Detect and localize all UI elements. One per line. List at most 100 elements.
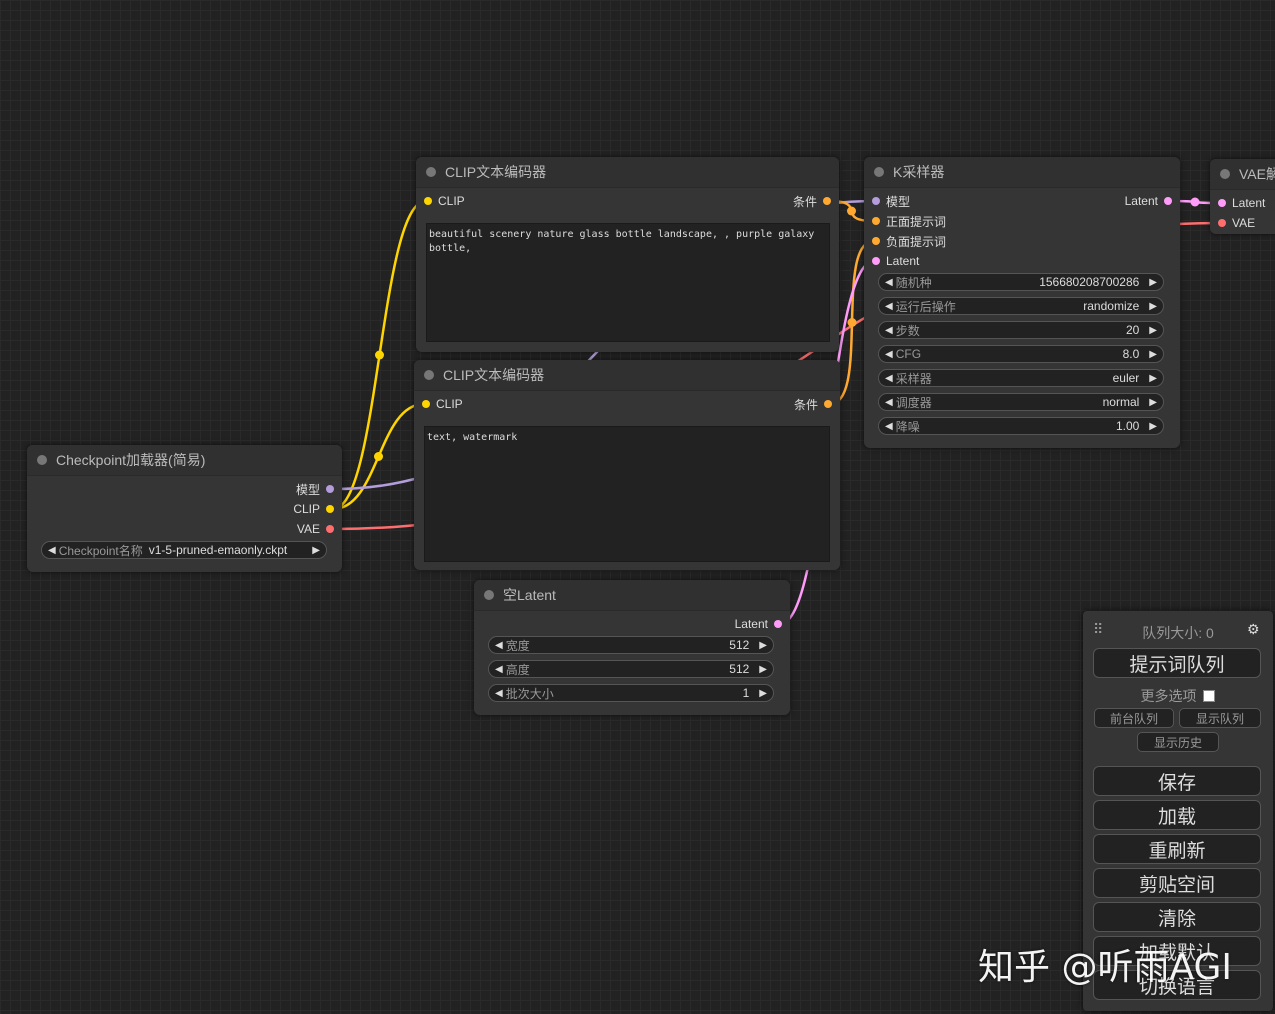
- decrement-arrow-icon[interactable]: ◀: [495, 688, 503, 699]
- node-header[interactable]: VAE解: [1210, 159, 1275, 190]
- model-port-icon[interactable]: [326, 485, 334, 493]
- node-header[interactable]: K采样器: [864, 157, 1180, 188]
- collapse-dot-icon[interactable]: [874, 167, 884, 177]
- latent-input-slot[interactable]: Latent: [864, 251, 919, 271]
- conditioning-port-icon[interactable]: [872, 237, 880, 245]
- positive-input-slot[interactable]: 正面提示词: [864, 211, 946, 231]
- prompt-textarea[interactable]: text, watermark: [424, 426, 830, 562]
- clip-text-encode-positive-node[interactable]: CLIP文本编码器 CLIP 条件 beautiful scenery natu…: [416, 157, 839, 352]
- prompt-textarea[interactable]: beautiful scenery nature glass bottle la…: [426, 223, 830, 342]
- control-after-generate-widget[interactable]: ◀ 运行后操作 randomize ▶: [878, 297, 1164, 315]
- negative-input-slot[interactable]: 负面提示词: [864, 231, 946, 251]
- more-options-checkbox[interactable]: [1203, 690, 1216, 702]
- save-button[interactable]: 保存: [1093, 766, 1261, 796]
- latent-port-icon[interactable]: [872, 257, 880, 265]
- increment-arrow-icon[interactable]: ▶: [759, 688, 767, 699]
- increment-arrow-icon[interactable]: ▶: [1149, 349, 1157, 360]
- clip-port-icon[interactable]: [424, 197, 432, 205]
- conditioning-output-slot[interactable]: 条件: [794, 394, 840, 414]
- decrement-arrow-icon[interactable]: ◀: [885, 397, 893, 408]
- checkpoint-name-widget[interactable]: ◀ Checkpoint名称 v1-5-pruned-emaonly.ckpt …: [41, 541, 327, 559]
- decrement-arrow-icon[interactable]: ◀: [48, 545, 56, 556]
- increment-arrow-icon[interactable]: ▶: [1149, 325, 1157, 336]
- clip-wire-negative-midpoint[interactable]: [374, 452, 383, 461]
- collapse-dot-icon[interactable]: [424, 370, 434, 380]
- vae-port-icon[interactable]: [1218, 219, 1226, 227]
- seed-widget[interactable]: ◀ 随机种 156680208700286 ▶: [878, 273, 1164, 291]
- clip-port-icon[interactable]: [422, 400, 430, 408]
- latent-input-slot[interactable]: Latent: [1210, 193, 1265, 213]
- ksampler-node[interactable]: K采样器 模型 正面提示词 负面提示词 Latent Latent ◀ 随机种 …: [864, 157, 1180, 448]
- clip-output-slot[interactable]: CLIP: [293, 499, 342, 519]
- latent-wire-output-midpoint[interactable]: [1190, 197, 1200, 207]
- denoise-widget[interactable]: ◀ 降噪 1.00 ▶: [878, 417, 1164, 435]
- queue-front-button[interactable]: 前台队列: [1094, 708, 1174, 728]
- decrement-arrow-icon[interactable]: ◀: [885, 421, 893, 432]
- clip-wire-positive-midpoint[interactable]: [375, 350, 384, 360]
- clear-button[interactable]: 清除: [1093, 902, 1261, 932]
- height-widget[interactable]: ◀ 高度 512 ▶: [488, 660, 774, 678]
- steps-widget[interactable]: ◀ 步数 20 ▶: [878, 321, 1164, 339]
- decrement-arrow-icon[interactable]: ◀: [885, 349, 893, 360]
- width-widget[interactable]: ◀ 宽度 512 ▶: [488, 636, 774, 654]
- conditioning-port-icon[interactable]: [872, 217, 880, 225]
- clip-input-slot[interactable]: CLIP: [416, 191, 465, 211]
- conditioning-port-icon[interactable]: [824, 400, 832, 408]
- collapse-dot-icon[interactable]: [37, 455, 47, 465]
- queue-prompt-button[interactable]: 提示词队列: [1093, 648, 1261, 678]
- latent-port-icon[interactable]: [1164, 197, 1172, 205]
- increment-arrow-icon[interactable]: ▶: [312, 545, 320, 556]
- decrement-arrow-icon[interactable]: ◀: [495, 640, 503, 651]
- decrement-arrow-icon[interactable]: ◀: [885, 277, 893, 288]
- view-queue-button[interactable]: 显示队列: [1179, 708, 1261, 728]
- vae-port-icon[interactable]: [326, 525, 334, 533]
- empty-latent-node[interactable]: 空Latent Latent ◀ 宽度 512 ▶ ◀ 高度 512 ▶ ◀ 批…: [474, 580, 790, 715]
- scheduler-widget[interactable]: ◀ 调度器 normal ▶: [878, 393, 1164, 411]
- increment-arrow-icon[interactable]: ▶: [759, 640, 767, 651]
- increment-arrow-icon[interactable]: ▶: [1149, 421, 1157, 432]
- node-header[interactable]: Checkpoint加载器(简易): [27, 445, 342, 476]
- clipspace-button[interactable]: 剪贴空间: [1093, 868, 1261, 898]
- model-port-icon[interactable]: [872, 197, 880, 205]
- sampler-widget[interactable]: ◀ 采样器 euler ▶: [878, 369, 1164, 387]
- positive-conditioning-wire-midpoint[interactable]: [847, 206, 856, 216]
- increment-arrow-icon[interactable]: ▶: [1149, 277, 1157, 288]
- vae-input-slot[interactable]: VAE: [1210, 213, 1255, 233]
- increment-arrow-icon[interactable]: ▶: [1149, 301, 1157, 312]
- negative-conditioning-wire-midpoint[interactable]: [847, 318, 857, 327]
- refresh-button[interactable]: 重刷新: [1093, 834, 1261, 864]
- cfg-widget[interactable]: ◀ CFG 8.0 ▶: [878, 345, 1164, 363]
- increment-arrow-icon[interactable]: ▶: [1149, 397, 1157, 408]
- conditioning-port-icon[interactable]: [823, 197, 831, 205]
- latent-port-icon[interactable]: [774, 620, 782, 628]
- node-header[interactable]: CLIP文本编码器: [414, 360, 840, 391]
- model-input-slot[interactable]: 模型: [864, 191, 910, 211]
- clip-text-encode-negative-node[interactable]: CLIP文本编码器 CLIP 条件 text, watermark: [414, 360, 840, 570]
- collapse-dot-icon[interactable]: [484, 590, 494, 600]
- clip-port-icon[interactable]: [326, 505, 334, 513]
- load-button[interactable]: 加载: [1093, 800, 1261, 830]
- node-header[interactable]: 空Latent: [474, 580, 790, 611]
- view-history-button[interactable]: 显示历史: [1137, 732, 1219, 752]
- conditioning-output-slot[interactable]: 条件: [793, 191, 839, 211]
- model-output-slot[interactable]: 模型: [296, 479, 342, 499]
- vae-output-slot[interactable]: VAE: [297, 519, 342, 539]
- increment-arrow-icon[interactable]: ▶: [759, 664, 767, 675]
- decrement-arrow-icon[interactable]: ◀: [495, 664, 503, 675]
- decrement-arrow-icon[interactable]: ◀: [885, 325, 893, 336]
- decrement-arrow-icon[interactable]: ◀: [885, 301, 893, 312]
- settings-gear-icon[interactable]: ⚙: [1247, 621, 1260, 638]
- increment-arrow-icon[interactable]: ▶: [1149, 373, 1157, 384]
- node-header[interactable]: CLIP文本编码器: [416, 157, 839, 188]
- widget-value: 512: [729, 638, 750, 652]
- clip-input-slot[interactable]: CLIP: [414, 394, 463, 414]
- collapse-dot-icon[interactable]: [1220, 169, 1230, 179]
- latent-output-slot[interactable]: Latent: [735, 614, 790, 634]
- checkpoint-loader-node[interactable]: Checkpoint加载器(简易) 模型 CLIP VAE ◀ Checkpoi…: [27, 445, 342, 572]
- batch-size-widget[interactable]: ◀ 批次大小 1 ▶: [488, 684, 774, 702]
- vae-decode-node[interactable]: VAE解 Latent VAE: [1210, 159, 1275, 234]
- latent-port-icon[interactable]: [1218, 199, 1226, 207]
- collapse-dot-icon[interactable]: [426, 167, 436, 177]
- latent-output-slot[interactable]: Latent: [1125, 191, 1180, 211]
- decrement-arrow-icon[interactable]: ◀: [885, 373, 893, 384]
